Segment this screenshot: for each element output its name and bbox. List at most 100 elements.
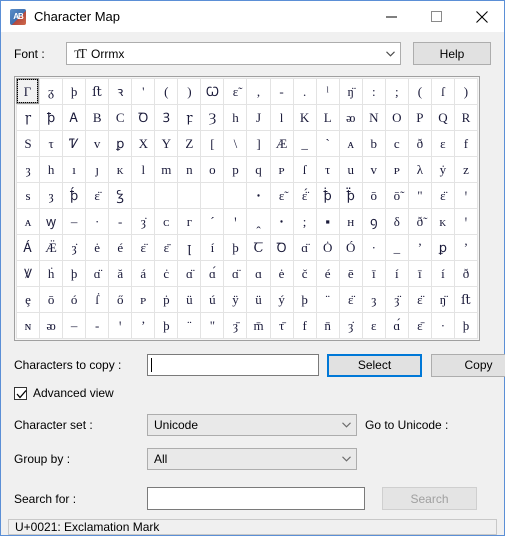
character-cell[interactable]: " <box>407 182 431 208</box>
character-cell[interactable]: ᴀ <box>338 130 362 156</box>
character-cell[interactable]: u <box>338 156 362 182</box>
character-cell[interactable]: ɑ́ <box>384 312 408 338</box>
character-cell[interactable]: ẏ <box>430 156 454 182</box>
character-cell[interactable]: q <box>246 156 270 182</box>
character-cell[interactable] <box>177 182 201 208</box>
character-cell[interactable]: . <box>292 78 316 104</box>
character-cell[interactable]: ɑ <box>246 260 270 286</box>
character-cell[interactable]: Ȯ <box>315 234 339 260</box>
select-button[interactable]: Select <box>327 353 422 377</box>
character-cell[interactable]: ɑ̈ <box>177 260 201 286</box>
character-cell[interactable]: - <box>85 312 109 338</box>
character-cell[interactable]: ü <box>177 286 201 312</box>
character-cell[interactable]: Q <box>430 104 454 130</box>
character-cell[interactable]: ꝯ <box>361 208 385 234</box>
character-cell[interactable]: ᴢ <box>453 156 477 182</box>
character-cell[interactable]: ȝ̇ <box>338 312 362 338</box>
character-cell[interactable]: ó <box>62 286 86 312</box>
minimize-icon[interactable] <box>369 1 414 32</box>
character-cell[interactable]: - <box>269 78 293 104</box>
character-cell[interactable]: ð <box>453 260 477 286</box>
character-cell[interactable]: ȝ <box>16 156 40 182</box>
character-cell[interactable]: Ȝ <box>200 104 224 130</box>
character-cell[interactable]: ) <box>453 78 477 104</box>
character-cell[interactable]: ɛ̃ <box>269 182 293 208</box>
character-cell[interactable]: ; <box>292 208 316 234</box>
character-cell[interactable]: ɛ̈ <box>338 286 362 312</box>
character-cell[interactable]: ᴋ <box>430 208 454 234</box>
character-cell[interactable]: ' <box>131 78 155 104</box>
character-cell[interactable]: í <box>384 260 408 286</box>
character-cell[interactable]: ꝡ <box>39 208 63 234</box>
character-cell[interactable]: ᴄ <box>154 208 178 234</box>
advanced-view-checkbox[interactable] <box>14 386 27 400</box>
character-cell[interactable]: ᴦ <box>177 208 201 234</box>
character-cell[interactable]: ꝥ <box>39 104 63 130</box>
character-cell[interactable]: ꞌ <box>108 312 132 338</box>
character-cell[interactable]: c <box>384 130 408 156</box>
font-combobox[interactable]: TT Orrmx <box>66 42 401 65</box>
character-cell[interactable]: č <box>292 260 316 286</box>
character-cell[interactable]: L <box>315 104 339 130</box>
character-cell[interactable]: ᵹ <box>39 78 63 104</box>
character-cell[interactable]: ᴠ <box>361 156 385 182</box>
character-cell[interactable]: ꝑ <box>108 130 132 156</box>
character-cell[interactable]: ī <box>407 260 431 286</box>
character-cell[interactable]: ꞌ <box>453 182 477 208</box>
character-cell[interactable]: ꝥ́ <box>62 182 86 208</box>
character-grid[interactable]: Γᵹ þ ﬅ ꝛ '() Ꞷɛ̃, -. ˡ ŋ̈:;(ſ) ꞅ ꝥ Ꭺ B C Ꝺ Ꝫꝼ Ȝh Jl K Lᴔ N O P… <box>16 78 478 339</box>
character-cell[interactable]: ꝛ <box>108 78 132 104</box>
character-cell[interactable]: ʜ <box>338 208 362 234</box>
character-cell[interactable]: Γ <box>16 78 40 104</box>
copy-button[interactable]: Copy <box>431 353 505 377</box>
character-cell[interactable]: R <box>453 104 477 130</box>
character-cell[interactable]: ŋ̈ <box>430 286 454 312</box>
character-cell[interactable]: ɛ̈ <box>407 286 431 312</box>
character-cell[interactable]: ð <box>407 130 431 156</box>
character-cell[interactable]: λ <box>407 156 431 182</box>
character-cell[interactable]: f <box>292 312 316 338</box>
character-cell[interactable]: Ꞇ <box>246 234 270 260</box>
character-cell[interactable]: l <box>269 104 293 130</box>
character-cell[interactable]: ꞌ <box>223 208 247 234</box>
character-cell[interactable]: Ꝣ <box>108 182 132 208</box>
character-cell[interactable]: ▪ <box>315 208 339 234</box>
character-cell[interactable]: ſ <box>430 78 454 104</box>
character-cell[interactable]: : <box>361 78 385 104</box>
character-cell[interactable]: ō <box>361 182 385 208</box>
character-cell[interactable]: ɛ <box>361 312 385 338</box>
character-cell[interactable]: ᴘ <box>269 156 293 182</box>
character-cell[interactable]: ė <box>269 260 293 286</box>
character-cell[interactable] <box>223 182 247 208</box>
character-cell[interactable]: _ <box>292 130 316 156</box>
character-cell[interactable]: þ <box>62 260 86 286</box>
character-cell[interactable]: ᴀ <box>16 208 40 234</box>
character-cell[interactable]: ɛ̈ <box>85 182 109 208</box>
character-cell[interactable]: í <box>200 234 224 260</box>
character-cell[interactable]: ŋ̈ <box>338 78 362 104</box>
character-cell[interactable]: · <box>85 208 109 234</box>
character-cell[interactable]: X <box>131 130 155 156</box>
character-cell[interactable]: " <box>200 312 224 338</box>
character-cell[interactable] <box>154 182 178 208</box>
character-cell[interactable]: ð̃ <box>407 208 431 234</box>
character-cell[interactable]: Ꭺ́ <box>16 234 40 260</box>
character-cell[interactable]: Ó <box>338 234 362 260</box>
character-cell[interactable]: þ <box>453 312 477 338</box>
character-cell[interactable]: Y <box>154 130 178 156</box>
character-cell[interactable]: Ꮴ <box>62 130 86 156</box>
character-cell[interactable]: ﬅ <box>85 78 109 104</box>
character-cell[interactable]: ɛ̃ <box>223 78 247 104</box>
characters-to-copy-input[interactable] <box>147 354 319 376</box>
character-cell[interactable]: Ꝺ <box>131 104 155 130</box>
character-cell[interactable]: ᴋ <box>108 156 132 182</box>
character-cell[interactable]: þ <box>62 78 86 104</box>
character-cell[interactable]: ꞏ <box>246 182 270 208</box>
character-cell[interactable]: ɑ̈ <box>292 234 316 260</box>
character-cell[interactable]: δ <box>384 208 408 234</box>
maximize-icon[interactable] <box>414 1 459 32</box>
character-cell[interactable]: Æ <box>269 130 293 156</box>
character-cell[interactable]: ȩ <box>16 286 40 312</box>
character-cell[interactable]: ɴ <box>16 312 40 338</box>
character-cell[interactable]: þ <box>292 286 316 312</box>
